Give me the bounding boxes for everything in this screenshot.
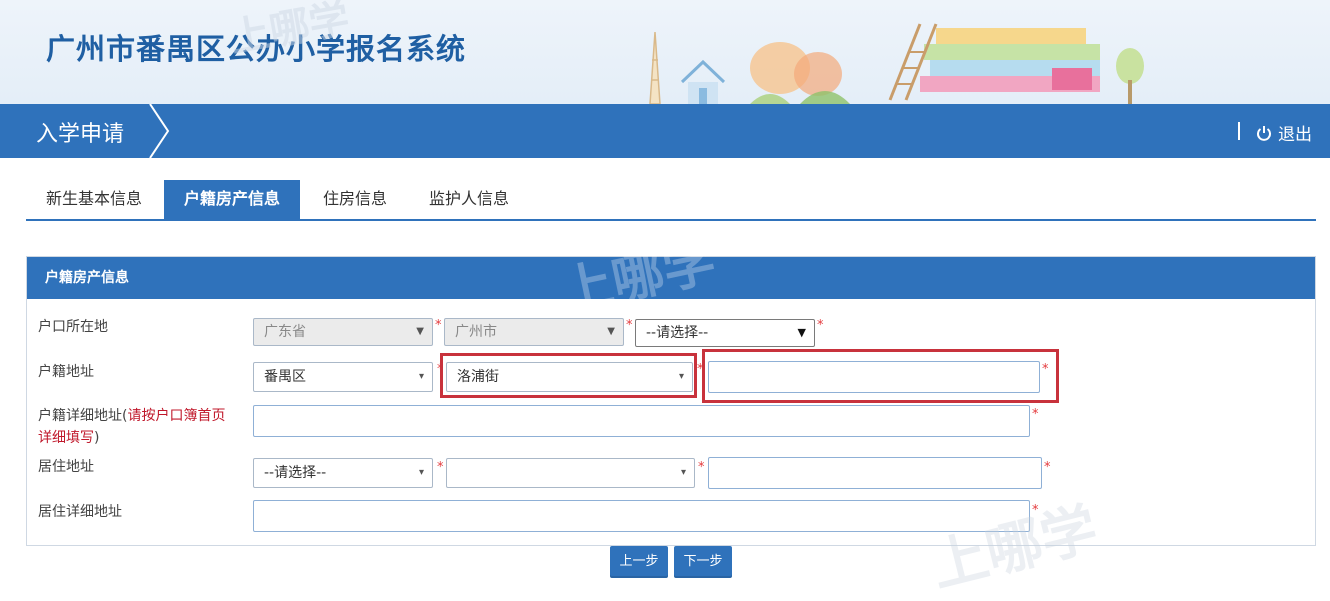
dropdown-arrow-icon: ▼	[797, 326, 806, 339]
next-step-button[interactable]: 下一步	[674, 546, 732, 578]
chevron-down-icon: ▾	[418, 467, 424, 478]
tree-illustration-icon	[1116, 48, 1144, 104]
required-mark: *	[1044, 460, 1051, 475]
breadcrumb-title: 入学申请	[36, 122, 125, 147]
logout-button[interactable]: 退出	[1256, 120, 1312, 145]
power-icon	[1257, 125, 1271, 141]
hukou-address-district-select[interactable]: 番禺区 ▾	[253, 362, 433, 392]
residence-street-select[interactable]: ▾	[446, 458, 695, 488]
hukou-location-label: 户口所在地	[38, 319, 108, 335]
hukou-address-community-input[interactable]	[708, 361, 1040, 393]
required-mark: *	[437, 460, 444, 475]
chevron-down-icon: ▾	[680, 467, 686, 478]
required-mark: *	[697, 362, 704, 377]
select-value: 洛浦街	[457, 369, 499, 385]
tab-student-info[interactable]: 新生基本信息	[26, 180, 162, 220]
select-value: --请选择--	[264, 465, 327, 481]
select-value: --请选择--	[646, 325, 709, 341]
tab-guardian[interactable]: 监护人信息	[414, 180, 524, 220]
hukou-address-label: 户籍地址	[38, 364, 94, 380]
house-illustration-icon	[680, 59, 726, 104]
chevron-down-icon: ▾	[678, 371, 684, 382]
required-mark: *	[435, 318, 442, 333]
dropdown-arrow-icon: ▼	[416, 326, 424, 337]
tower-illustration-icon	[649, 31, 661, 104]
hukou-district-select[interactable]: --请选择-- ▼	[635, 319, 815, 347]
residence-detail-input[interactable]	[253, 500, 1030, 532]
hukou-detail-input[interactable]	[253, 405, 1030, 437]
logout-label: 退出	[1278, 125, 1312, 145]
books-illustration-icon	[888, 23, 1100, 101]
chevron-right-icon	[149, 104, 170, 158]
hukou-address-street-select[interactable]: 洛浦街 ▾	[446, 362, 693, 392]
required-mark: *	[1042, 362, 1049, 377]
required-mark: *	[1032, 407, 1039, 422]
residence-address-label: 居住地址	[38, 459, 94, 475]
header-banner: 广州市番禺区公办小学报名系统	[0, 0, 1330, 104]
hukou-detail-label: 户籍详细地址(请按户口簿首页详细填写)	[38, 405, 238, 449]
select-value: 广东省	[264, 324, 306, 340]
tab-bar: 新生基本信息 户籍房产信息 住房信息 监护人信息	[26, 180, 1316, 221]
nav-separator	[1238, 122, 1240, 140]
required-mark: *	[626, 318, 633, 333]
select-value: 广州市	[455, 324, 497, 340]
tab-hukou-property[interactable]: 户籍房产信息	[164, 180, 300, 220]
select-value: 番禺区	[264, 369, 306, 385]
hukou-detail-label-text: 户籍详细地址(	[38, 408, 128, 424]
required-mark: *	[437, 362, 444, 377]
required-mark: *	[698, 460, 705, 475]
app-title: 广州市番禺区公办小学报名系统	[46, 32, 467, 66]
chevron-down-icon: ▾	[418, 371, 424, 382]
required-mark: *	[817, 318, 824, 333]
residence-community-input[interactable]	[708, 457, 1042, 489]
balloon-illustration-icon	[750, 42, 850, 104]
dropdown-arrow-icon: ▼	[607, 326, 615, 337]
panel-title: 户籍房产信息	[27, 257, 1315, 299]
residence-detail-label: 居住详细地址	[38, 504, 122, 520]
required-mark: *	[1032, 503, 1039, 518]
residence-district-select[interactable]: --请选择-- ▾	[253, 458, 433, 488]
nav-bar: 入学申请 退出	[0, 104, 1330, 158]
hukou-province-select[interactable]: 广东省 ▼	[253, 318, 433, 346]
hukou-city-select[interactable]: 广州市 ▼	[444, 318, 624, 346]
prev-step-button[interactable]: 上一步	[610, 546, 668, 578]
tab-housing[interactable]: 住房信息	[308, 180, 402, 220]
hukou-detail-label-suffix: )	[94, 430, 100, 446]
